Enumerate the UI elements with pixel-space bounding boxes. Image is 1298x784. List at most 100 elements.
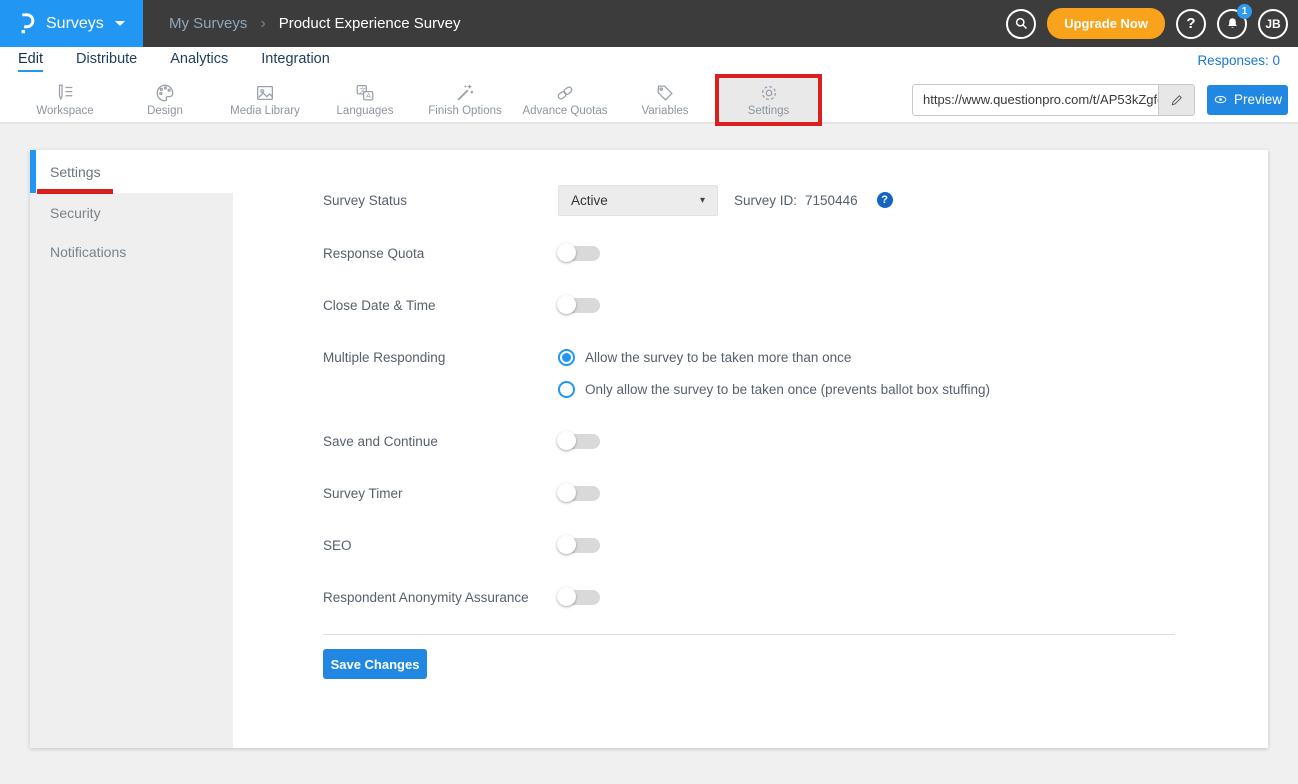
toolbar-item-label: Workspace bbox=[36, 105, 93, 117]
chevron-down-icon: ▾ bbox=[700, 195, 705, 206]
multiple-responding-row: Multiple Responding Allow the survey to … bbox=[323, 341, 851, 373]
only-once-radio[interactable] bbox=[558, 381, 575, 398]
survey-timer-row: Survey Timer bbox=[323, 477, 600, 509]
media-image-icon bbox=[254, 82, 276, 104]
survey-status-label: Survey Status bbox=[323, 193, 558, 208]
toolbar-item-workspace[interactable]: Workspace bbox=[15, 76, 115, 123]
quotas-chain-link-icon bbox=[554, 82, 576, 104]
seo-label: SEO bbox=[323, 538, 558, 553]
upgrade-now-button[interactable]: Upgrade Now bbox=[1047, 8, 1165, 39]
toolbar-item-label: Design bbox=[147, 105, 183, 117]
sidebar-item-settings[interactable]: Settings bbox=[30, 150, 233, 193]
settings-sidebar: Settings Security Notifications bbox=[30, 150, 233, 748]
sidebar-item-label: Settings bbox=[50, 164, 101, 180]
variables-tag-icon bbox=[654, 82, 676, 104]
toolbar-item-design[interactable]: Design bbox=[115, 76, 215, 123]
search-button[interactable] bbox=[1006, 9, 1036, 39]
toolbar-item-advance-quotas[interactable]: Advance Quotas bbox=[515, 76, 615, 123]
eye-icon bbox=[1213, 92, 1228, 107]
multiple-responding-label: Multiple Responding bbox=[323, 350, 558, 365]
settings-panel: Settings Security Notifications Survey S… bbox=[30, 150, 1268, 748]
content-divider bbox=[323, 634, 1175, 635]
toolbar-item-label: Settings bbox=[748, 105, 790, 117]
product-label: Surveys bbox=[46, 15, 104, 33]
survey-id-label: Survey ID: bbox=[734, 193, 797, 208]
anonymity-label: Respondent Anonymity Assurance bbox=[323, 590, 558, 605]
survey-timer-toggle[interactable] bbox=[558, 486, 600, 501]
toolbar-item-label: Finish Options bbox=[428, 105, 502, 117]
avatar[interactable]: JB bbox=[1258, 9, 1288, 39]
toolbar-item-languages[interactable]: 文 A Languages bbox=[315, 76, 415, 123]
toolbar-item-label: Media Library bbox=[230, 105, 300, 117]
tab-distribute[interactable]: Distribute bbox=[76, 51, 137, 70]
sidebar-item-label: Notifications bbox=[50, 244, 126, 260]
breadcrumb-separator-icon: › bbox=[260, 15, 265, 33]
survey-url-field: https://www.questionpro.com/t/AP53kZgfo bbox=[912, 84, 1195, 116]
breadcrumb: My Surveys › Product Experience Survey bbox=[169, 0, 460, 47]
help-button[interactable]: ? bbox=[1176, 9, 1206, 39]
sidebar-item-security[interactable]: Security bbox=[30, 193, 233, 232]
toolbar-item-label: Variables bbox=[641, 105, 688, 117]
survey-id-value: 7150446 bbox=[805, 193, 858, 208]
preview-label: Preview bbox=[1234, 92, 1282, 107]
close-date-label: Close Date & Time bbox=[323, 298, 558, 313]
survey-status-select[interactable]: Active ▾ bbox=[558, 185, 718, 216]
toolbar-item-media-library[interactable]: Media Library bbox=[215, 76, 315, 123]
languages-translate-icon: 文 A bbox=[354, 82, 376, 104]
multiple-allow-radio[interactable] bbox=[558, 349, 575, 366]
response-quota-toggle[interactable] bbox=[558, 246, 600, 261]
save-continue-label: Save and Continue bbox=[323, 434, 558, 449]
topbar-actions: Upgrade Now ? 1 JB bbox=[1006, 0, 1298, 47]
chevron-down-icon bbox=[115, 21, 125, 26]
toolbar-item-settings[interactable]: Settings bbox=[715, 74, 822, 126]
survey-timer-label: Survey Timer bbox=[323, 486, 558, 501]
app-logo-menu[interactable]: Surveys bbox=[0, 0, 143, 47]
survey-status-row: Survey Status Active ▾ Survey ID: 715044… bbox=[323, 184, 893, 216]
toolbar-item-variables[interactable]: Variables bbox=[615, 76, 715, 123]
toolbar-item-label: Languages bbox=[337, 105, 394, 117]
toolbar-item-label: Advance Quotas bbox=[522, 105, 607, 117]
workspace-pencil-icon bbox=[54, 82, 76, 104]
survey-id-help-icon[interactable]: ? bbox=[877, 192, 893, 208]
search-icon bbox=[1014, 16, 1029, 31]
response-quota-label: Response Quota bbox=[323, 246, 558, 261]
save-continue-row: Save and Continue bbox=[323, 425, 600, 457]
edit-url-button[interactable] bbox=[1158, 85, 1194, 115]
survey-status-value: Active bbox=[571, 193, 608, 208]
notifications-button[interactable]: 1 bbox=[1217, 9, 1247, 39]
save-changes-button[interactable]: Save Changes bbox=[323, 649, 427, 679]
tab-integration[interactable]: Integration bbox=[261, 51, 330, 70]
page-title: Product Experience Survey bbox=[279, 15, 461, 32]
tab-edit[interactable]: Edit bbox=[18, 51, 43, 72]
seo-toggle[interactable] bbox=[558, 538, 600, 553]
settings-gear-icon bbox=[758, 82, 780, 104]
close-date-toggle[interactable] bbox=[558, 298, 600, 313]
multiple-allow-label: Allow the survey to be taken more than o… bbox=[585, 350, 851, 365]
breadcrumb-my-surveys[interactable]: My Surveys bbox=[169, 15, 247, 32]
sidebar-item-notifications[interactable]: Notifications bbox=[30, 232, 233, 271]
pencil-icon bbox=[1170, 93, 1184, 107]
anonymity-toggle[interactable] bbox=[558, 590, 600, 605]
svg-text:A: A bbox=[366, 93, 371, 100]
anonymity-row: Respondent Anonymity Assurance bbox=[323, 581, 600, 613]
response-quota-row: Response Quota bbox=[323, 237, 600, 269]
responses-count: Responses: 0 bbox=[1197, 51, 1280, 68]
notification-count-badge: 1 bbox=[1237, 4, 1252, 19]
seo-row: SEO bbox=[323, 529, 600, 561]
sidebar-item-label: Security bbox=[50, 205, 101, 221]
section-tabs: Edit Distribute Analytics Integration Re… bbox=[0, 47, 1298, 77]
survey-url-input[interactable]: https://www.questionpro.com/t/AP53kZgfo bbox=[913, 92, 1158, 107]
questionpro-logo-icon bbox=[15, 11, 37, 37]
save-continue-toggle[interactable] bbox=[558, 434, 600, 449]
finish-wand-icon bbox=[454, 82, 476, 104]
close-date-row: Close Date & Time bbox=[323, 289, 600, 321]
preview-button[interactable]: Preview bbox=[1207, 85, 1288, 115]
edit-toolbar: Workspace Design Media Library 文 A Langu… bbox=[0, 77, 1298, 124]
single-responding-row: Only allow the survey to be taken once (… bbox=[323, 373, 990, 405]
top-bar: Surveys My Surveys › Product Experience … bbox=[0, 0, 1298, 47]
bell-icon bbox=[1225, 16, 1240, 31]
tab-analytics[interactable]: Analytics bbox=[170, 51, 228, 70]
settings-content: Survey Status Active ▾ Survey ID: 715044… bbox=[233, 150, 1268, 748]
toolbar-item-finish-options[interactable]: Finish Options bbox=[415, 76, 515, 123]
only-once-label: Only allow the survey to be taken once (… bbox=[585, 382, 990, 397]
